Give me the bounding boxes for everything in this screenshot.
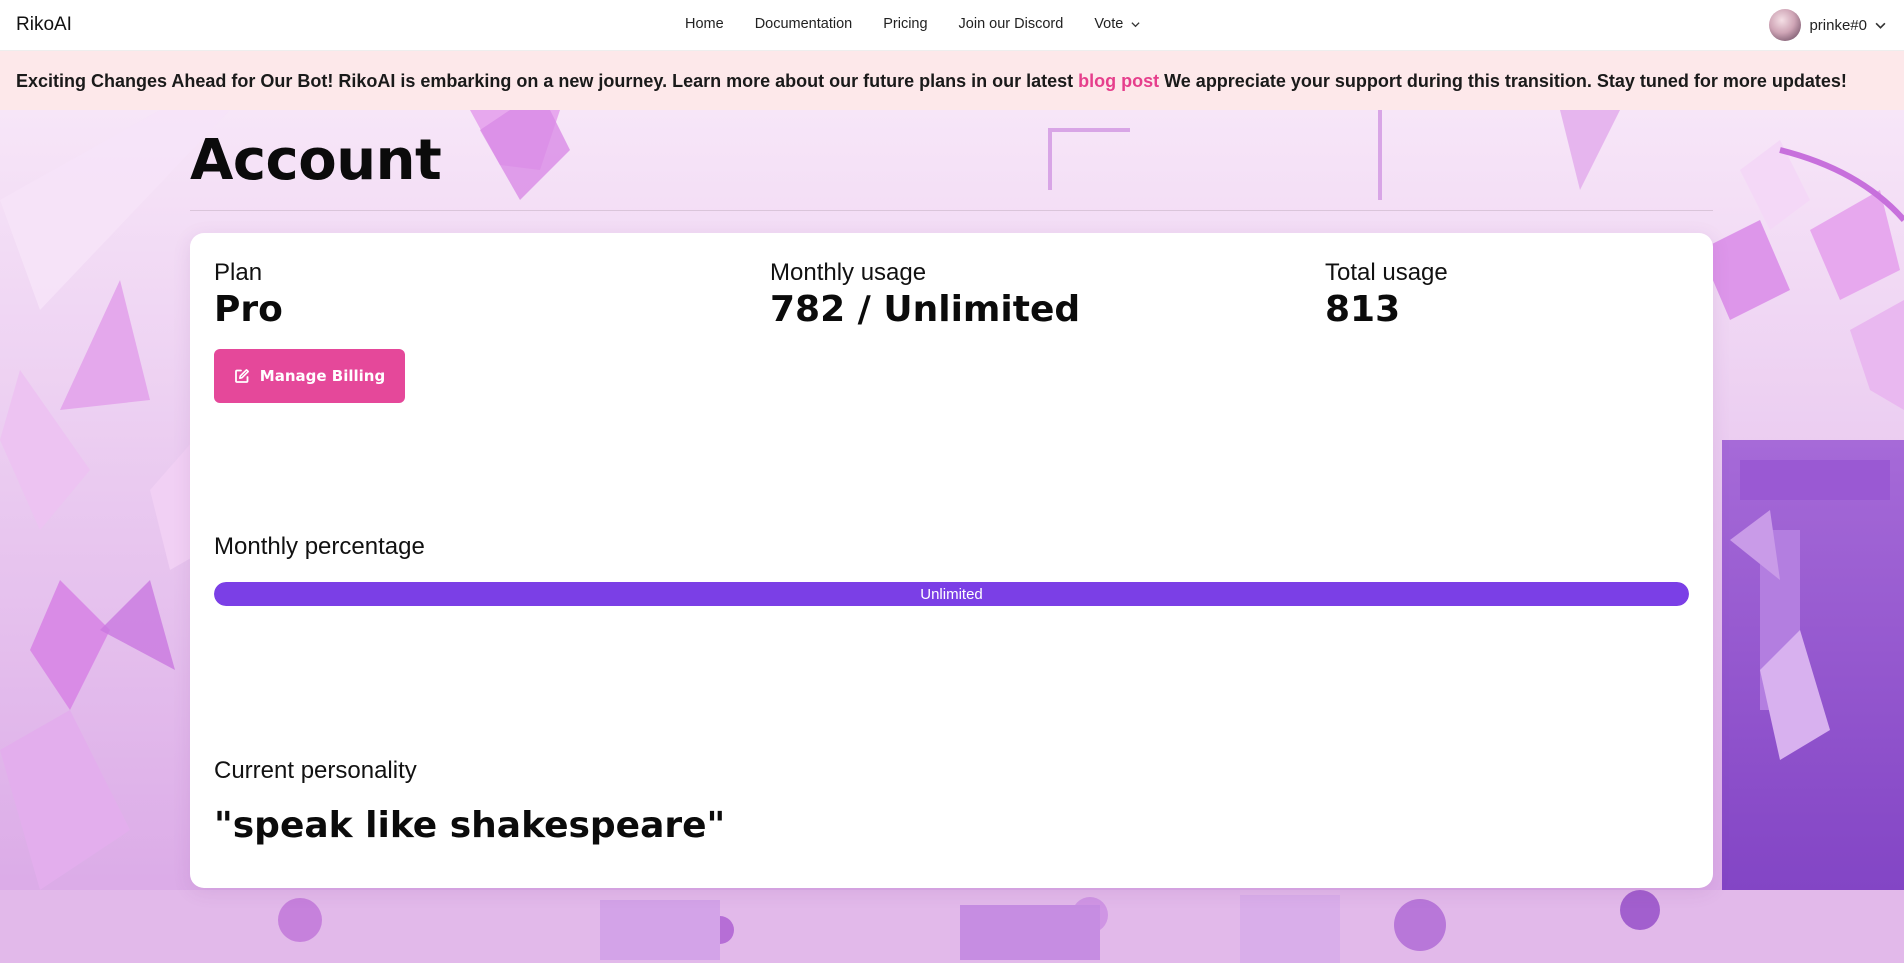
announcement-text-after: We appreciate your support during this t… bbox=[1159, 71, 1847, 91]
nav-links: Home Documentation Pricing Join our Disc… bbox=[685, 16, 1171, 32]
total-usage-value: 813 bbox=[1325, 289, 1401, 330]
monthly-usage-stat: Monthly usage 782 / Unlimited bbox=[770, 259, 1080, 330]
plan-value: Pro bbox=[214, 289, 283, 330]
nav-link-home[interactable]: Home bbox=[685, 16, 724, 32]
monthly-usage-label: Monthly usage bbox=[770, 259, 927, 286]
edit-icon bbox=[234, 369, 249, 383]
plan-label: Plan bbox=[214, 259, 263, 286]
progress-text: Unlimited bbox=[920, 585, 983, 603]
current-personality-label: Current personality bbox=[214, 757, 417, 784]
account-card: Plan Pro Monthly usage 782 / Unlimited T… bbox=[190, 233, 1713, 888]
nav-link-documentation[interactable]: Documentation bbox=[755, 16, 853, 32]
title-divider bbox=[190, 210, 1713, 211]
announcement-text-before: Exciting Changes Ahead for Our Bot! Riko… bbox=[16, 71, 1079, 91]
monthly-percentage-label: Monthly percentage bbox=[214, 533, 425, 560]
total-usage-label: Total usage bbox=[1325, 259, 1448, 286]
monthly-usage-value: 782 / Unlimited bbox=[770, 289, 1081, 330]
nav-link-pricing[interactable]: Pricing bbox=[883, 16, 927, 32]
blog-post-link[interactable]: blog post bbox=[1078, 71, 1159, 91]
brand-logo[interactable]: RikoAI bbox=[16, 14, 72, 36]
manage-billing-label: Manage Billing bbox=[259, 367, 386, 385]
top-navbar: RikoAI Home Documentation Pricing Join o… bbox=[0, 0, 1904, 51]
nav-vote-dropdown[interactable]: Vote bbox=[1094, 16, 1140, 32]
vote-label: Vote bbox=[1094, 16, 1124, 32]
announcement-banner: Exciting Changes Ahead for Our Bot! Riko… bbox=[0, 51, 1904, 110]
total-usage-stat: Total usage 813 bbox=[1325, 259, 1448, 330]
chevron-down-icon bbox=[1875, 22, 1886, 29]
nav-link-discord[interactable]: Join our Discord bbox=[959, 16, 1064, 32]
chevron-down-icon bbox=[1131, 21, 1140, 27]
avatar bbox=[1769, 9, 1802, 41]
user-menu[interactable]: prinke#0 bbox=[1769, 9, 1886, 41]
monthly-percentage-bar: Unlimited bbox=[214, 582, 1689, 606]
manage-billing-button[interactable]: Manage Billing bbox=[214, 349, 405, 403]
page-title: Account bbox=[190, 128, 442, 193]
username: prinke#0 bbox=[1809, 16, 1867, 34]
plan-stat: Plan Pro bbox=[214, 259, 283, 330]
current-personality-value: "speak like shakespeare" bbox=[214, 805, 726, 846]
